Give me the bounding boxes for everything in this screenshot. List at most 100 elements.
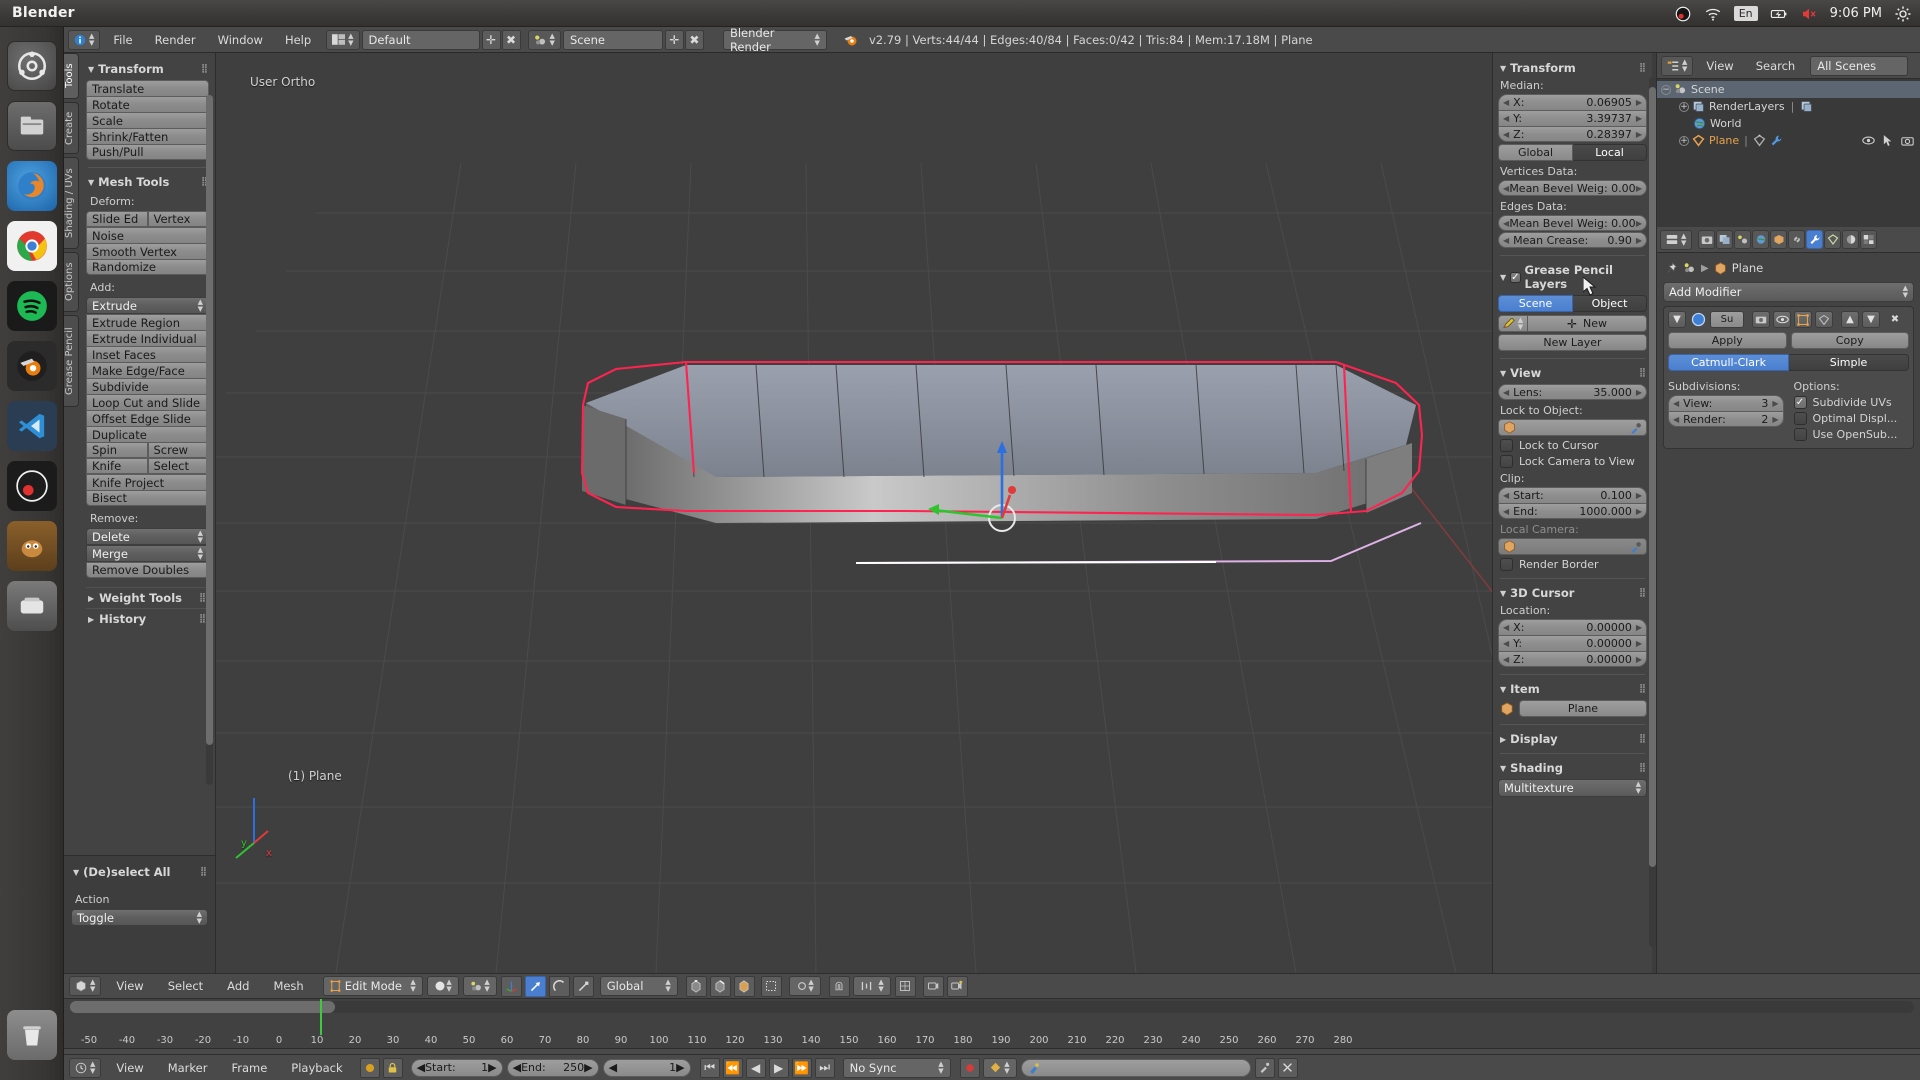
opengl-render-button[interactable] <box>922 975 944 997</box>
gp-scene-button[interactable]: Scene <box>1498 295 1573 312</box>
npanel-scrollbar[interactable] <box>1649 77 1656 947</box>
jump-to-end-button[interactable]: ⏭ <box>814 1057 835 1078</box>
launcher-chrome-icon[interactable] <box>6 221 57 271</box>
panel-transform-header[interactable]: ▼ Transform ⣿ <box>88 62 209 76</box>
jump-to-start-button[interactable]: ⏮ <box>699 1057 720 1078</box>
scene-name-field[interactable]: Scene <box>562 29 663 50</box>
knife-button[interactable]: Knife <box>86 458 148 474</box>
panel-weight-tools-header[interactable]: ▶ Weight Tools ⣿ <box>86 587 209 608</box>
add-scene-button[interactable]: ✛ <box>664 29 684 50</box>
renderlayers-icon[interactable] <box>1800 100 1813 113</box>
loop-cut-and-slide-button[interactable]: Loop Cut and Slide <box>86 394 209 410</box>
play-button[interactable]: ▶ <box>768 1057 789 1078</box>
subdivide-button[interactable]: Subdivide <box>86 378 209 394</box>
catmull-clark-button[interactable]: Catmull-Clark <box>1668 354 1789 371</box>
launcher-firefox-icon[interactable] <box>6 161 57 211</box>
timeline-menu-view[interactable]: View <box>105 1055 154 1080</box>
simple-subdivision-button[interactable]: Simple <box>1789 354 1909 371</box>
snap-target-button[interactable] <box>894 975 916 997</box>
merge-select[interactable]: Merge ▲ ▼ <box>86 545 209 562</box>
modifier-wrench-icon[interactable] <box>1770 134 1783 147</box>
tab-world[interactable] <box>1752 230 1770 249</box>
viewport-menu-mesh[interactable]: Mesh <box>262 973 314 999</box>
render-border-row[interactable]: Render Border <box>1500 558 1647 571</box>
median-x-field[interactable]: ◀ X: 0.06905 ▶ <box>1498 94 1647 110</box>
viewport-menu-add[interactable]: Add <box>216 973 260 999</box>
subdivide-uvs-row[interactable]: ✓ Subdivide UVs <box>1793 396 1910 409</box>
launcher-gimp-icon[interactable] <box>6 521 57 571</box>
np-panel-transform-header[interactable]: ▼ Transform ⣿ <box>1500 61 1647 75</box>
subdivisions-render-field[interactable]: ◀ Render: 2 ▶ <box>1668 411 1784 427</box>
play-reverse-button[interactable]: ◀ <box>745 1057 766 1078</box>
expand-circle-icon[interactable]: + <box>1679 101 1689 112</box>
limit-selection-visible-button[interactable] <box>760 975 782 997</box>
screen-layout-name[interactable]: Default <box>361 29 480 50</box>
tab-tools[interactable]: Tools <box>64 53 79 99</box>
add-screen-layout-button[interactable]: ✛ <box>481 29 501 50</box>
tab-data[interactable] <box>1824 230 1842 249</box>
outliner-row-renderlayers[interactable]: + RenderLayers | <box>1657 98 1920 115</box>
tab-render-layers[interactable] <box>1716 230 1734 249</box>
item-name-field[interactable]: Plane <box>1519 700 1647 717</box>
knife-project-button[interactable]: Knife Project <box>86 474 209 490</box>
vertex-mean-bevel-weight-field[interactable]: ◀ Mean Bevel Weig: 0.00 ▶ <box>1498 180 1647 196</box>
launcher-ubuntu-dash-icon[interactable] <box>6 41 57 91</box>
timeline-scrollbar-thumb[interactable] <box>70 1001 335 1013</box>
mean-crease-field[interactable]: ◀ Mean Crease: 0.90 ▶ <box>1498 232 1647 248</box>
eye-icon[interactable] <box>1862 135 1875 146</box>
cursor-x-field[interactable]: ◀ X: 0.00000 ▶ <box>1498 619 1647 635</box>
tab-options[interactable]: Options <box>64 252 79 312</box>
viewport-menu-view[interactable]: View <box>105 973 154 999</box>
smooth-vertex-button[interactable]: Smooth Vertex <box>86 243 209 259</box>
launcher-vscode-icon[interactable] <box>6 401 57 451</box>
lens-field[interactable]: ◀ Lens: 35.000 ▶ <box>1498 384 1647 400</box>
np-panel-display-header[interactable]: ▶ Display ⣿ <box>1500 732 1647 746</box>
lock-to-object-field[interactable] <box>1498 419 1647 436</box>
inset-faces-button[interactable]: Inset Faces <box>86 346 209 362</box>
modifier-name-field[interactable]: Su <box>1710 311 1744 328</box>
outliner-row-scene[interactable]: − Scene <box>1657 81 1920 98</box>
randomize-button[interactable]: Randomize <box>86 259 209 275</box>
current-frame-field[interactable]: ◀ 1 ▶ <box>602 1058 691 1077</box>
mesh-data-icon[interactable] <box>1753 134 1766 147</box>
tab-constraints[interactable] <box>1788 230 1806 249</box>
translate-button[interactable]: Translate <box>86 80 209 96</box>
tab-create[interactable]: Create <box>64 102 79 154</box>
timeline-track[interactable]: -50 -40 -30 -20 -10 0 10 20 30 40 50 60 … <box>64 999 1920 1049</box>
scene-icon-button[interactable]: ▲ ▼ <box>527 29 561 50</box>
gp-object-button[interactable]: Object <box>1573 295 1647 312</box>
delete-keyframes-button[interactable] <box>1277 1057 1298 1078</box>
tab-object[interactable] <box>1770 230 1788 249</box>
modifier-editmode-toggle[interactable] <box>1794 311 1812 328</box>
scene-icon[interactable] <box>1683 262 1696 275</box>
timeline-menu-marker[interactable]: Marker <box>157 1055 219 1080</box>
opengl-render-animation-button[interactable] <box>946 975 968 997</box>
keyboard-layout-indicator[interactable]: En <box>1733 6 1758 21</box>
np-panel-3d-cursor-header[interactable]: ▼ 3D Cursor ⣿ <box>1500 586 1647 600</box>
np-panel-shading-header[interactable]: ▼ Shading ⣿ <box>1500 761 1647 775</box>
jump-to-next-keyframe-button[interactable]: ⏩ <box>791 1057 812 1078</box>
make-edge-face-button[interactable]: Make Edge/Face <box>86 362 209 378</box>
menu-window[interactable]: Window <box>207 27 274 53</box>
operator-action-select[interactable]: Toggle ▲ ▼ <box>71 909 208 926</box>
launcher-files-icon[interactable] <box>6 101 57 151</box>
menu-help[interactable]: Help <box>274 27 322 53</box>
scale-manipulator-button[interactable] <box>572 975 594 997</box>
settings-gear-icon[interactable] <box>1894 5 1912 23</box>
modifier-viewport-toggle[interactable] <box>1773 311 1791 328</box>
spin-button[interactable]: Spin <box>86 442 148 458</box>
gp-pencil-mode-button[interactable]: ▲ ▼ <box>1498 315 1528 332</box>
launcher-trash-icon[interactable] <box>7 1010 57 1060</box>
timeline-horizontal-scrollbar[interactable] <box>70 1001 1914 1013</box>
viewport-menu-select[interactable]: Select <box>157 973 214 999</box>
bisect-button[interactable]: Bisect <box>86 490 209 506</box>
panel-mesh-tools-header[interactable]: ▼ Mesh Tools ⣿ <box>88 175 209 189</box>
rotate-manipulator-button[interactable] <box>548 975 570 997</box>
np-panel-item-header[interactable]: ▼ Item ⣿ <box>1500 682 1647 696</box>
use-opensubdiv-row[interactable]: Use OpenSub... <box>1793 428 1910 441</box>
use-opensubdiv-checkbox[interactable] <box>1793 428 1807 441</box>
auto-keying-button[interactable] <box>359 1057 380 1078</box>
launcher-obs-icon[interactable] <box>6 461 57 511</box>
3d-viewport[interactable]: User Ortho y x (1) Plane <box>216 53 1556 973</box>
obs-icon[interactable] <box>1674 5 1692 23</box>
